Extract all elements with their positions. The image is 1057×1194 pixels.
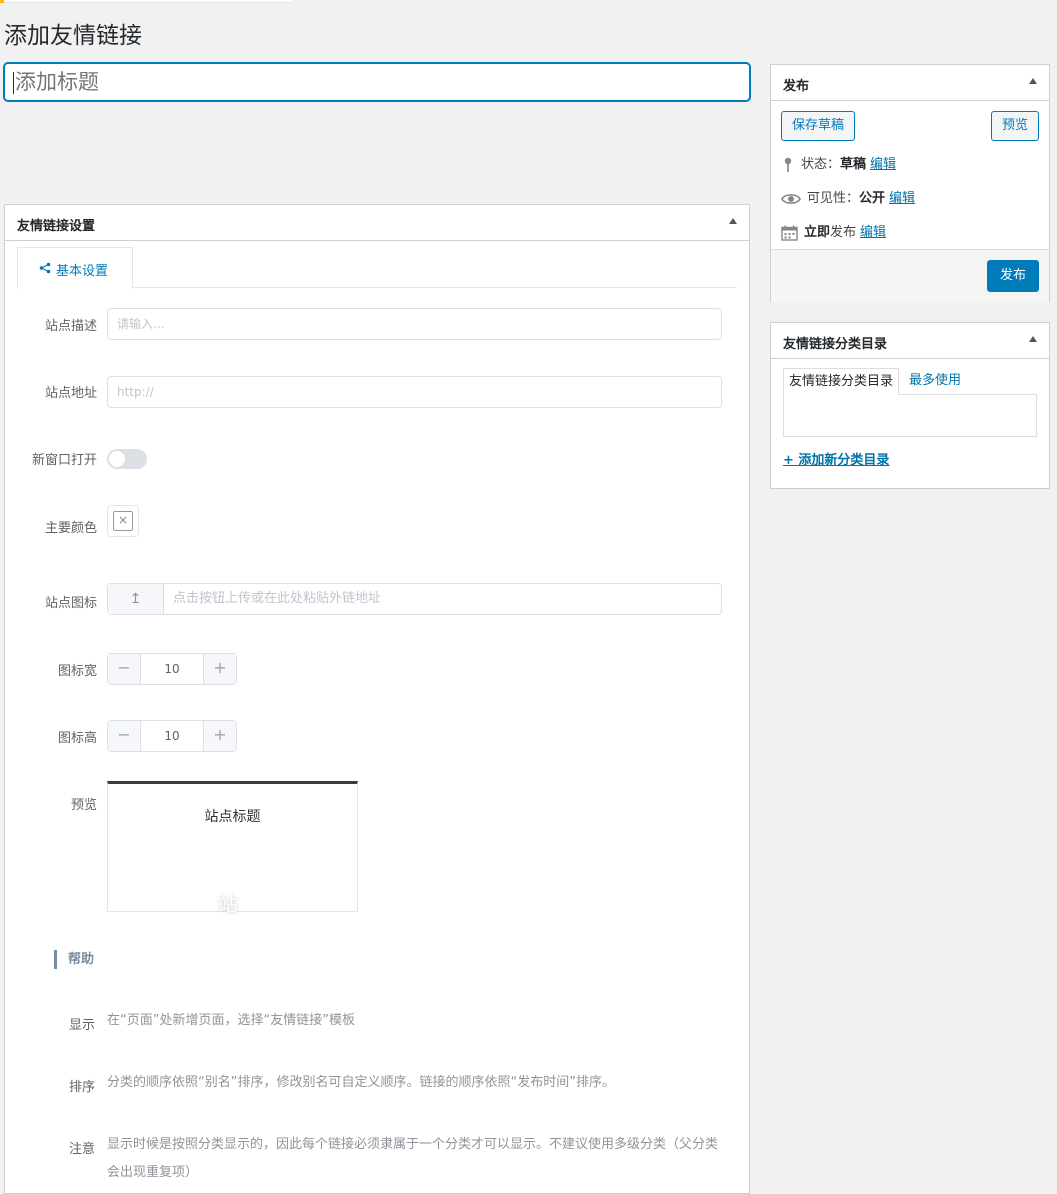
icon-height-increment-button[interactable]: + [203,721,236,751]
collapse-arrow-icon[interactable] [1029,78,1037,84]
metabox-title: 友情链接设置 [17,219,96,234]
tab-most-used[interactable]: 最多使用 [909,368,961,393]
icon-height-label: 图标高 [57,731,97,746]
help-label-display: 显示 [68,1018,95,1033]
icon-width-value[interactable]: 10 [141,654,203,684]
icon-upload-field: ↥ 点击按钮上传或在此处粘贴外链地址 [107,583,722,615]
schedule-immediate: 立即 [804,225,831,240]
icon-url-input[interactable]: 点击按钮上传或在此处粘贴外链地址 [173,584,381,614]
icon-height-decrement-button[interactable]: − [108,721,141,751]
tab-basic-settings[interactable]: 基本设置 [17,247,133,289]
preview-button[interactable]: 预览 [990,111,1039,141]
new-window-label: 新窗口打开 [31,453,97,468]
page-title: 添加友情链接 [4,23,142,49]
save-draft-button[interactable]: 保存草稿 [781,111,856,141]
icon-height-stepper: − 10 + [107,720,237,752]
add-new-category-link[interactable]: + 添加新分类目录 [783,449,889,468]
share-icon [39,262,51,274]
category-box-header[interactable]: 友情链接分类目录 [771,323,1049,359]
visibility-label: 可见性： [807,191,860,206]
preview-site-title: 站点标题 [204,809,261,825]
status-label: 状态： [801,157,841,172]
preview-label: 预览 [70,798,97,813]
schedule-row: 立即发布 编辑 [781,221,886,241]
publish-box-header[interactable]: 发布 [771,65,1049,101]
icon-width-decrement-button[interactable]: − [108,654,141,684]
text-caret [13,72,14,94]
visibility-row: 可见性：公开 编辑 [781,187,915,206]
settings-tabbar: 基本设置 [17,247,737,289]
help-label-order: 排序 [68,1080,95,1095]
url-placeholder: http:// [117,385,154,399]
collapse-arrow-icon[interactable] [1029,336,1037,342]
pin-icon [784,157,792,172]
description-input[interactable]: 请输入... [107,308,722,340]
tab-basic-settings-label: 基本设置 [56,264,109,279]
collapse-arrow-icon[interactable] [729,218,737,224]
category-checklist[interactable] [783,394,1037,437]
publish-box-title: 发布 [783,79,810,94]
color-label: 主要颜色 [44,521,97,536]
status-row: 状态：草稿 编辑 [781,153,896,173]
upload-arrow-icon: ↥ [129,591,142,607]
link-settings-metabox: 友情链接设置 基本设置 站点描述 请输入... 站点地址 http:// 新窗口… [4,204,750,1194]
eye-icon [781,193,801,204]
help-text-note: 显示时候是按照分类显示的，因此每个链接必须隶属于一个分类才可以显示。不建议使用多… [107,1137,719,1180]
color-picker[interactable]: × [107,505,139,537]
publish-box: 发布 保存草稿 预览 状态：草稿 编辑 可见性：公开 编辑 立即发布 编辑 发布 [770,64,1050,302]
publish-button[interactable]: 发布 [986,260,1039,292]
calendar-icon [781,225,798,241]
tab-all-categories[interactable]: 友情链接分类目录 [783,368,899,395]
category-box-title: 友情链接分类目录 [783,337,888,352]
visibility-value: 公开 [859,191,886,206]
icon-width-label: 图标宽 [57,664,97,679]
icon-label: 站点图标 [44,596,97,611]
publish-actions: 发布 [771,249,1049,302]
icon-width-stepper: − 10 + [107,653,237,685]
link-preview-card: 站点标题 站 [107,781,358,916]
icon-width-increment-button[interactable]: + [203,654,236,684]
preview-site-icon: 站 [218,892,238,916]
description-placeholder: 请输入... [117,317,165,331]
help-label-note: 注意 [68,1142,95,1157]
edit-visibility-link[interactable]: 编辑 [889,191,915,206]
status-value: 草稿 [840,157,867,172]
metabox-header[interactable]: 友情链接设置 [5,205,749,241]
description-label: 站点描述 [44,319,97,334]
post-title-input[interactable]: 添加标题 [4,63,750,101]
schedule-publish-text: 发布 [830,225,857,240]
link-category-box: 友情链接分类目录 友情链接分类目录 最多使用 + 添加新分类目录 [770,322,1050,489]
clear-color-icon: × [113,511,133,531]
edit-status-link[interactable]: 编辑 [870,157,896,172]
url-label: 站点地址 [44,386,97,401]
upload-button[interactable]: ↥ [108,584,164,614]
edit-schedule-link[interactable]: 编辑 [860,225,886,240]
post-title-placeholder: 添加标题 [15,70,99,94]
url-input[interactable]: http:// [107,376,722,408]
help-text-order: 分类的顺序依照“别名”排序，修改别名可自定义顺序。链接的顺序依照“发布时间”排序… [107,1075,615,1090]
help-text-display: 在“页面”处新增页面，选择“友情链接”模板 [107,1013,355,1028]
help-heading: 帮助 [54,950,94,969]
admin-notice-strip [0,0,292,3]
toggle-knob [109,451,125,467]
icon-height-value[interactable]: 10 [141,721,203,751]
new-window-toggle[interactable] [107,449,147,469]
